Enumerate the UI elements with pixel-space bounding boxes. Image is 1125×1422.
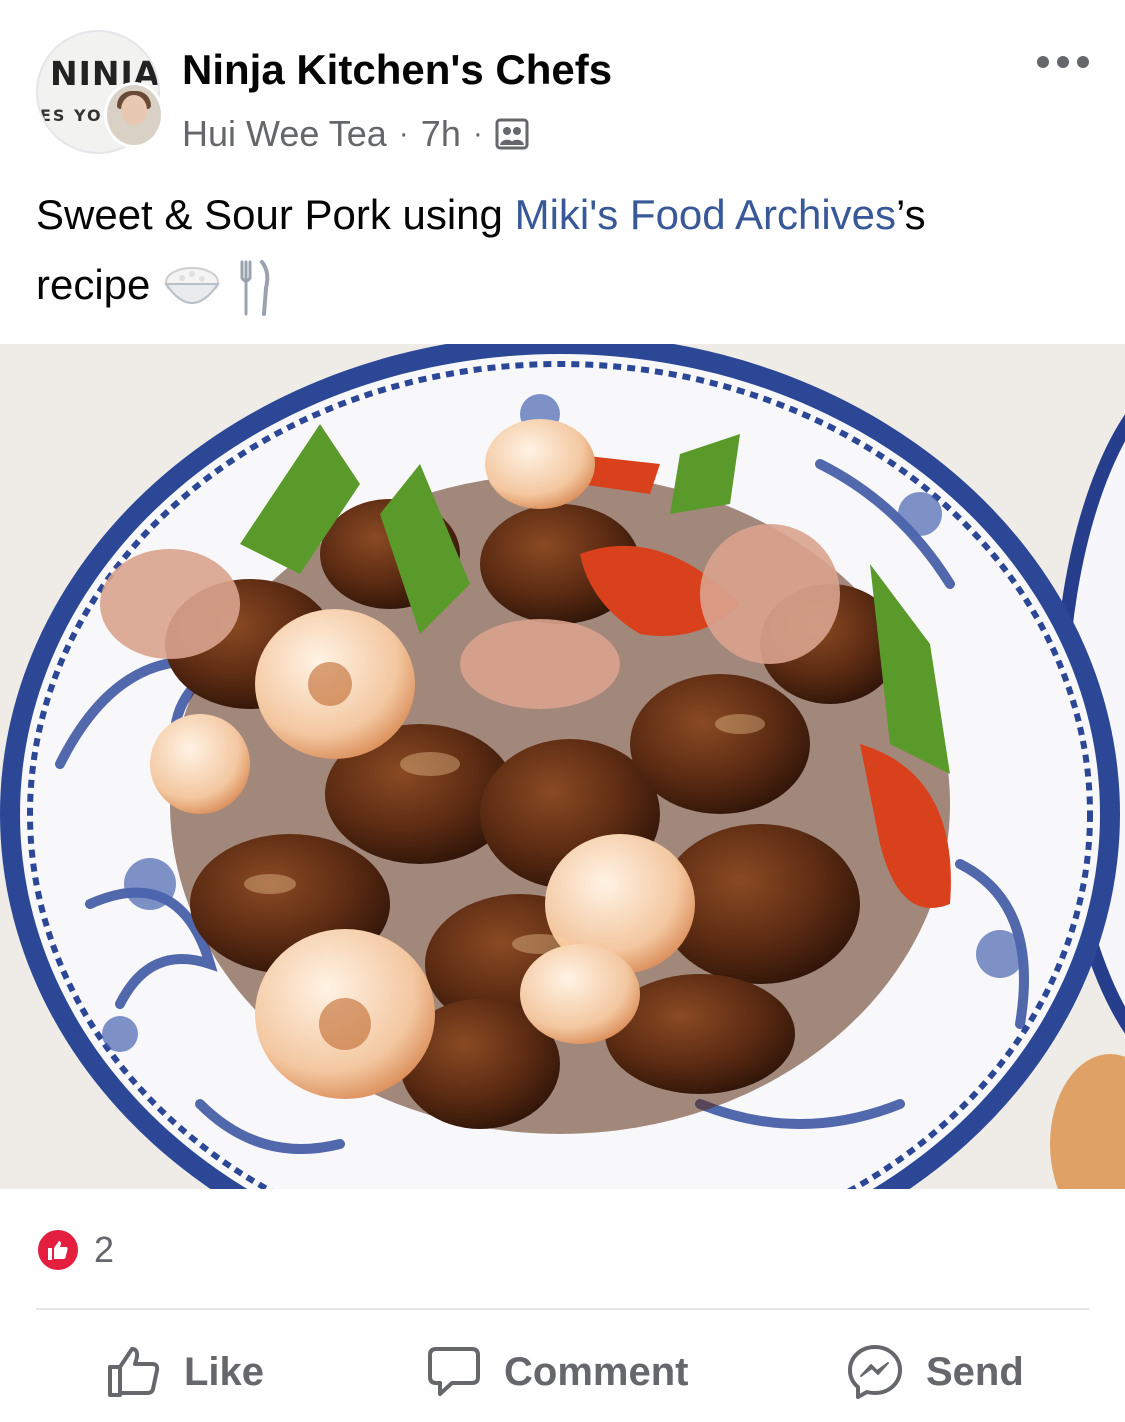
thumbs-up-icon [108,1347,160,1397]
post-text-start: Sweet & Sour Pork using [36,191,515,238]
post-time[interactable]: 7h [421,113,461,155]
comment-button[interactable]: Comment [426,1330,688,1414]
post-text: Sweet & Sour Pork using Miki's Food Arch… [36,180,1076,320]
reaction-count: 2 [94,1229,115,1270]
messenger-icon [848,1345,902,1399]
post-header: NINJA ES YO Ninja Kitchen's Chefs Hui We… [0,0,1125,170]
sweet-sour-pork-photo [0,344,1125,1189]
author-avatar[interactable] [104,82,164,148]
group-audience-icon[interactable] [495,118,529,150]
like-label: Like [184,1349,265,1394]
like-button[interactable]: Like [106,1330,264,1414]
more-dot [1077,56,1089,68]
like-reaction-icon [36,1228,80,1272]
avatar-face [121,95,147,125]
post-text-possessive: ’s [896,191,926,238]
meta-separator: · [398,117,409,150]
post-actions-bar: Like Comment Send [0,1330,1125,1414]
reactions-summary[interactable]: 2 [36,1228,114,1272]
comment-label: Comment [504,1349,689,1394]
comment-icon [428,1347,480,1396]
rice-bowl-emoji [164,266,220,304]
more-dot [1037,56,1049,68]
send-label: Send [926,1349,1024,1394]
more-options-button[interactable] [1037,50,1089,74]
post-meta: Hui Wee Tea · 7h · [182,112,529,156]
divider [36,1308,1089,1310]
group-logo-subtext: ES YO [40,106,103,125]
feed-post: NINJA ES YO Ninja Kitchen's Chefs Hui We… [0,0,1125,1422]
author-name[interactable]: Hui Wee Tea [182,113,387,155]
send-button[interactable]: Send [846,1330,1024,1414]
post-photo[interactable] [0,344,1125,1189]
mention-link[interactable]: Miki's Food Archives [515,191,896,238]
group-name[interactable]: Ninja Kitchen's Chefs [182,46,612,94]
post-text-line2: recipe [36,261,151,308]
more-dot [1057,56,1069,68]
meta-separator: · [472,117,483,150]
fork-and-knife-emoji [240,259,270,316]
